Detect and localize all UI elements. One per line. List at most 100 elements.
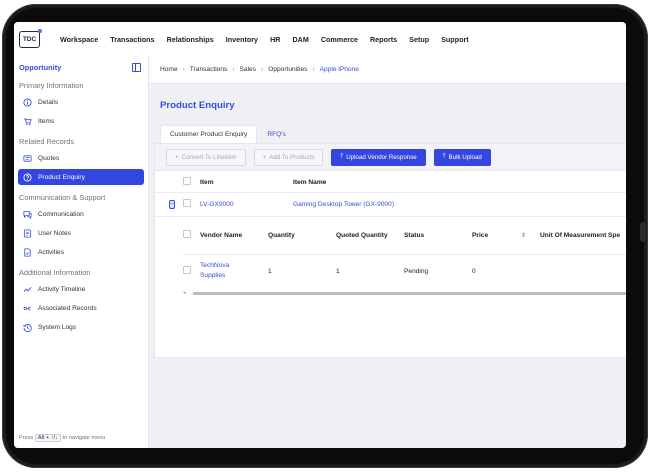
scroll-left-icon[interactable]: ◂ bbox=[183, 290, 186, 296]
sidebar-item-items[interactable]: Items bbox=[18, 113, 144, 129]
vendor-subtable: Vendor Name Quantity Quoted Quantity Sta… bbox=[183, 216, 626, 304]
chevron-right-icon: › bbox=[261, 66, 264, 73]
sidebar-section-additional: Additional Information bbox=[19, 268, 91, 277]
top-navigation: TDC Workspace Transactions Relationships… bbox=[14, 22, 626, 57]
breadcrumb-home[interactable]: Home bbox=[160, 66, 178, 73]
hint-text: to navigate menu bbox=[62, 435, 106, 441]
sidebar-section-primary: Primary Information bbox=[19, 81, 84, 90]
sidebar-section-communication: Communication & Support bbox=[19, 193, 106, 202]
sidebar-item-user-notes[interactable]: User Notes bbox=[18, 225, 144, 241]
breadcrumb-transactions[interactable]: Transactions bbox=[190, 66, 228, 73]
main-content: Home › Transactions › Sales › Opportunit… bbox=[149, 56, 626, 448]
tab-bar: Customer Product Enquiry RFQ's bbox=[160, 125, 296, 143]
page-title: Product Enquiry bbox=[160, 100, 235, 111]
sidebar-item-product-enquiry[interactable]: Product Enquiry bbox=[18, 169, 144, 185]
table-header: Item Item Name bbox=[155, 172, 626, 193]
chevron-right-icon: › bbox=[232, 66, 235, 73]
sidebar-item-label: Activity Timeline bbox=[38, 285, 86, 293]
nav-transactions[interactable]: Transactions bbox=[110, 35, 154, 44]
sidebar-item-label: Details bbox=[38, 98, 59, 106]
cell-price: 0 bbox=[472, 267, 476, 275]
sidebar-item-quotes[interactable]: Quotes bbox=[18, 150, 144, 166]
select-all-checkbox[interactable] bbox=[183, 177, 191, 185]
sidebar-collapse-icon[interactable] bbox=[132, 62, 141, 72]
nav-commerce[interactable]: Commerce bbox=[321, 35, 358, 44]
nav-workspace[interactable]: Workspace bbox=[60, 35, 98, 44]
item-code-link[interactable]: LV-GX9000 bbox=[200, 201, 293, 208]
app-logo[interactable]: TDC bbox=[19, 28, 42, 48]
plus-icon: + bbox=[175, 153, 179, 161]
subtable-select-all-checkbox[interactable] bbox=[183, 230, 191, 238]
sidebar-item-system-logs[interactable]: System Logs bbox=[18, 319, 144, 335]
sidebar-item-associated-records[interactable]: Associated Records bbox=[18, 300, 144, 316]
subtable-row: TechNova Supplies 1 1 Pending 0 bbox=[183, 254, 626, 288]
info-icon bbox=[23, 97, 32, 107]
upload-icon: ⤒ bbox=[340, 153, 344, 160]
plus-icon: + bbox=[262, 153, 267, 161]
tab-rfqs[interactable]: RFQ's bbox=[257, 125, 296, 143]
header-unit-of-measurement: Unit Of Measurement bbox=[540, 231, 607, 239]
sort-icon: ⇕ bbox=[520, 232, 526, 239]
hint-press: Press bbox=[19, 435, 34, 441]
sidebar-item-label: Product Enquiry bbox=[38, 173, 85, 181]
rfq-panel: + Convert To Lineitem + Add To Products ⤒ U… bbox=[154, 143, 626, 358]
nav-dam[interactable]: DAM bbox=[292, 35, 308, 44]
subtable-row-checkbox[interactable] bbox=[183, 266, 191, 274]
upload-icon: ⤒ bbox=[442, 153, 446, 160]
nav-support[interactable]: Support bbox=[441, 35, 469, 44]
upload-vendor-response-button[interactable]: ⤒ Upload Vendor Response bbox=[331, 148, 426, 166]
nav-relationships[interactable]: Relationships bbox=[167, 35, 214, 44]
sidebar-item-details[interactable]: Details bbox=[18, 94, 144, 110]
sidebar-item-activities[interactable]: Activities bbox=[18, 244, 144, 260]
sidebar-item-activity-timeline[interactable]: Activity Timeline bbox=[18, 281, 144, 297]
upload-label: Upload Vendor Response bbox=[346, 153, 417, 161]
bulk-upload-button[interactable]: ⤒ Bulk Upload bbox=[433, 148, 491, 166]
vendor-name-link[interactable]: TechNova Supplies bbox=[200, 261, 250, 281]
sidebar-item-label: Items bbox=[38, 117, 55, 125]
horizontal-scrollbar[interactable]: ◂ bbox=[183, 290, 626, 296]
header-quoted-quantity: Quoted Quantity bbox=[336, 231, 388, 239]
cell-status: Pending bbox=[404, 267, 429, 275]
tab-customer-product-enquiry[interactable]: Customer Product Enquiry bbox=[160, 125, 258, 143]
cell-quantity: 1 bbox=[268, 267, 272, 275]
sidebar-item-communication[interactable]: Communication bbox=[18, 206, 144, 222]
nav-inventory[interactable]: Inventory bbox=[226, 35, 258, 44]
breadcrumb-opportunities[interactable]: Opportunities bbox=[268, 66, 307, 73]
bulk-label: Bulk Upload bbox=[448, 153, 482, 161]
sidebar-item-label: Communication bbox=[38, 210, 84, 218]
header-status: Status bbox=[404, 231, 425, 239]
cart-icon bbox=[23, 117, 32, 126]
sidebar-item-label: User Notes bbox=[38, 229, 71, 237]
nav-menu: Workspace Transactions Relationships Inv… bbox=[60, 35, 481, 44]
item-name-link[interactable]: Gaming Desktop Tower (GX-9000) bbox=[293, 201, 394, 208]
header-quantity: Quantity bbox=[268, 231, 295, 239]
timeline-icon bbox=[23, 285, 32, 294]
convert-to-lineitem-button[interactable]: + Convert To Lineitem bbox=[166, 148, 246, 166]
sidebar-section-related: Related Records bbox=[19, 137, 75, 146]
nav-reports[interactable]: Reports bbox=[370, 35, 397, 44]
sidebar-item-label: Activities bbox=[38, 248, 65, 256]
nav-setup[interactable]: Setup bbox=[409, 35, 429, 44]
chat-icon bbox=[23, 210, 32, 219]
activity-icon bbox=[23, 247, 32, 257]
table-row: − LV-GX9000 Gaming Desktop Tower (GX-900… bbox=[155, 192, 626, 217]
convert-label: Convert To Lineitem bbox=[181, 153, 237, 161]
chevron-right-icon: › bbox=[182, 66, 185, 73]
sidebar-header: Opportunity bbox=[14, 56, 148, 73]
add-to-products-button[interactable]: + Add To Products bbox=[253, 148, 324, 166]
scrollbar-thumb[interactable] bbox=[193, 292, 626, 295]
breadcrumb-sales[interactable]: Sales bbox=[240, 66, 257, 73]
tablet-camera bbox=[640, 222, 646, 242]
header-item: Item bbox=[200, 178, 214, 186]
row-checkbox[interactable] bbox=[183, 199, 191, 207]
chevron-right-icon: › bbox=[312, 66, 315, 73]
history-icon bbox=[23, 323, 32, 332]
app-screen: TDC Workspace Transactions Relationships… bbox=[14, 22, 626, 448]
header-item-name: Item Name bbox=[293, 178, 327, 186]
breadcrumb-current: Apple iPhone bbox=[319, 66, 359, 73]
collapse-row-icon[interactable]: − bbox=[169, 199, 176, 209]
sidebar-title: Opportunity bbox=[19, 62, 62, 72]
nav-hr[interactable]: HR bbox=[270, 35, 280, 44]
header-price[interactable]: Price ⇕ bbox=[472, 232, 540, 239]
sidebar-item-label: Associated Records bbox=[38, 304, 97, 312]
